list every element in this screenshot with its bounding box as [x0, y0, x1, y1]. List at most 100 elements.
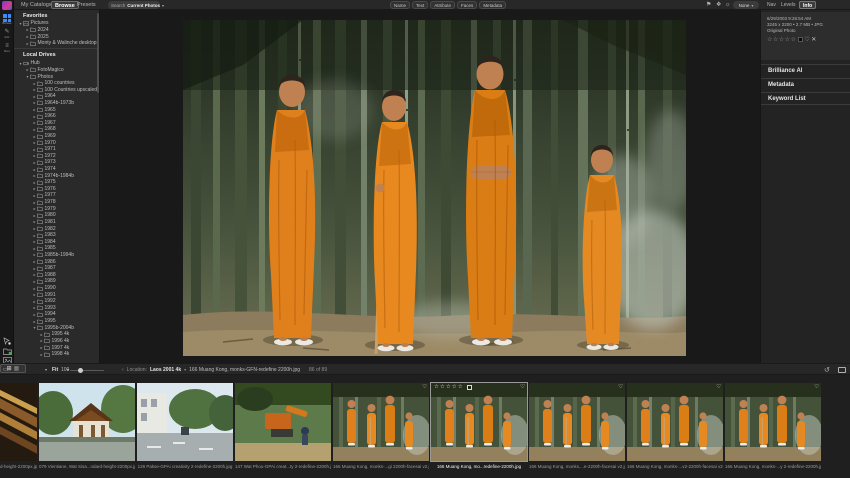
- search-scope-dropdown[interactable]: Current Photos: [127, 3, 160, 8]
- tree-item-2025[interactable]: ▸2025: [18, 33, 98, 40]
- tree-item-1964[interactable]: ▸1964: [18, 93, 98, 100]
- tree-item-1984[interactable]: ▸1984: [18, 238, 98, 245]
- rail-more-button[interactable]: ≡ More: [0, 43, 14, 54]
- section-brilliance-ai[interactable]: Brilliance AI: [761, 64, 850, 77]
- tree-item-1995b-2004b[interactable]: ▾1995b-2004b: [18, 324, 98, 331]
- tree-item-1974[interactable]: ▸1974: [18, 166, 98, 173]
- main-photo[interactable]: [183, 20, 686, 356]
- tree-item-pictures[interactable]: ▾Pictures: [18, 20, 98, 27]
- tree-item-1995[interactable]: ▸1995: [18, 318, 98, 325]
- tree-item-1967[interactable]: ▸1967: [18, 119, 98, 126]
- detail-view-icon[interactable]: ▦: [14, 365, 20, 372]
- rail-pan-tool-button[interactable]: [0, 337, 14, 345]
- tree-item-1989[interactable]: ▸1989: [18, 278, 98, 285]
- rotate-icon[interactable]: ↺: [824, 366, 830, 375]
- filmstrip-thumbnail[interactable]: [0, 383, 37, 461]
- tree-item-1979[interactable]: ▸1979: [18, 205, 98, 212]
- tree-item-1988[interactable]: ▸1988: [18, 272, 98, 279]
- tree-item-1969[interactable]: ▸1969: [18, 133, 98, 140]
- search-input[interactable]: Search Current Photos ▾: [108, 1, 160, 9]
- filmstrip-thumbnail[interactable]: [235, 383, 331, 461]
- tree-item-1973[interactable]: ▸1973: [18, 159, 98, 166]
- section-keyword-list[interactable]: Keyword List: [761, 92, 850, 105]
- color-label-chip[interactable]: [798, 37, 803, 42]
- tree-item-1974b-1984b[interactable]: ▸1974b-1984b: [18, 172, 98, 179]
- tree-item-100-countries-upscaled[interactable]: ▸100 Countries upscaled: [18, 86, 98, 93]
- zoom-slider[interactable]: [70, 370, 104, 372]
- tree-item-1993[interactable]: ▸1993: [18, 305, 98, 312]
- filter-segment-text[interactable]: Text: [412, 1, 428, 9]
- tree-item-1978[interactable]: ▸1978: [18, 199, 98, 206]
- display-icon[interactable]: [838, 367, 846, 373]
- heart-icon[interactable]: ♡: [814, 384, 819, 390]
- rail-browse-button[interactable]: Browse: [0, 14, 14, 26]
- tree-item-1992[interactable]: ▸1992: [18, 298, 98, 305]
- tree-item-1991[interactable]: ▸1991: [18, 291, 98, 298]
- thumbnail-star-rating[interactable]: ☆☆☆☆☆: [434, 384, 464, 390]
- tree-item-1998-4k[interactable]: ▸1998 4k: [18, 351, 98, 358]
- heart-icon[interactable]: ♡: [716, 384, 721, 390]
- heart-icon[interactable]: ♡: [618, 384, 623, 390]
- tree-item-1964b-1973b[interactable]: ▸1964b-1973b: [18, 100, 98, 107]
- filter-segment-metadata[interactable]: Metadata: [479, 1, 506, 9]
- tree-item-1986[interactable]: ▸1986: [18, 258, 98, 265]
- filmstrip-thumbnail[interactable]: [137, 383, 233, 461]
- brightness-icon[interactable]: ☼: [725, 1, 731, 9]
- tree-item-monty-walinche-desktop[interactable]: ▸Monty & Walinche desktop: [18, 40, 98, 47]
- tree-item-1990[interactable]: ▸1990: [18, 285, 98, 292]
- tree-item-1966[interactable]: ▸1966: [18, 113, 98, 120]
- filmstrip-thumbnail[interactable]: ♡: [529, 383, 625, 461]
- filter-segment-attribute[interactable]: Attribute: [430, 1, 455, 9]
- filter-segment-faces[interactable]: Faces: [457, 1, 477, 9]
- tree-item-1971[interactable]: ▸1971: [18, 146, 98, 153]
- tree-item-photos[interactable]: ▾Photos: [18, 73, 98, 80]
- tree-item-1995-4k[interactable]: ▸1995 4k: [18, 331, 98, 338]
- tab-presets[interactable]: Presets: [74, 1, 99, 9]
- filmstrip-thumbnail-selected[interactable]: ♡ ☆☆☆☆☆: [431, 383, 527, 461]
- tree-item-1980[interactable]: ▸1980: [18, 212, 98, 219]
- tree-item-1970[interactable]: ▸1970: [18, 139, 98, 146]
- rail-sync-folder-button[interactable]: [0, 347, 14, 355]
- tree-item-1981[interactable]: ▸1981: [18, 219, 98, 226]
- tree-item-1997-4k[interactable]: ▸1997 4k: [18, 344, 98, 351]
- zoom-slider-thumb[interactable]: [78, 368, 83, 373]
- heart-icon[interactable]: ♡: [804, 36, 809, 43]
- tree-item-1985b-1994b[interactable]: ▸1985b-1994b: [18, 252, 98, 259]
- tree-item-1972[interactable]: ▸1972: [18, 153, 98, 160]
- filmstrip-thumbnail[interactable]: [39, 383, 135, 461]
- section-metadata[interactable]: Metadata: [761, 78, 850, 91]
- tree-item-1982[interactable]: ▸1982: [18, 225, 98, 232]
- thumbnail-checkbox[interactable]: [467, 385, 472, 390]
- heart-icon[interactable]: ♡: [422, 384, 427, 390]
- tree-item-1985[interactable]: ▸1985: [18, 245, 98, 252]
- filter-segment-name[interactable]: Name: [390, 1, 410, 9]
- tree-item-1994[interactable]: ▸1994: [18, 311, 98, 318]
- star-rating[interactable]: ☆☆☆☆☆: [767, 36, 796, 43]
- filmstrip-thumbnail[interactable]: ♡: [725, 383, 821, 461]
- filmstrip-thumbnail[interactable]: ♡: [627, 383, 723, 461]
- flag-icon[interactable]: ⚑: [706, 1, 711, 9]
- sort-dropdown[interactable]: None ▾: [733, 1, 759, 9]
- filmstrip-thumbnail[interactable]: ♡: [333, 383, 429, 461]
- tree-item-1965[interactable]: ▸1965: [18, 106, 98, 113]
- tab-levels[interactable]: Levels: [778, 1, 798, 9]
- rail-edit-button[interactable]: ✎ Edit: [0, 29, 14, 40]
- tree-item-2024[interactable]: ▸2024: [18, 27, 98, 34]
- tree-item-1976[interactable]: ▸1976: [18, 186, 98, 193]
- tree-item-1983[interactable]: ▸1983: [18, 232, 98, 239]
- tab-nav[interactable]: Nav: [764, 1, 779, 9]
- tab-info[interactable]: Info: [799, 1, 816, 9]
- close-icon[interactable]: ✕: [811, 36, 816, 43]
- tab-my-catalogs[interactable]: My Catalogs: [18, 1, 55, 9]
- tree-item-100-countries[interactable]: ▸100 countries: [18, 80, 98, 87]
- tree-item-1975[interactable]: ▸1975: [18, 179, 98, 186]
- tree-item-1977[interactable]: ▸1977: [18, 192, 98, 199]
- sidebar-scrollbar[interactable]: [97, 13, 99, 93]
- tree-item-hub[interactable]: ▾Hub: [18, 60, 98, 67]
- tree-item-fotomagico[interactable]: ▸FotoMagico: [18, 67, 98, 74]
- tree-item-1996-4k[interactable]: ▸1996 4k: [18, 338, 98, 345]
- tree-item-1987[interactable]: ▸1987: [18, 265, 98, 272]
- compare-icon[interactable]: ❖: [716, 1, 721, 9]
- heart-icon[interactable]: ♡: [520, 384, 525, 390]
- tree-item-1968[interactable]: ▸1968: [18, 126, 98, 133]
